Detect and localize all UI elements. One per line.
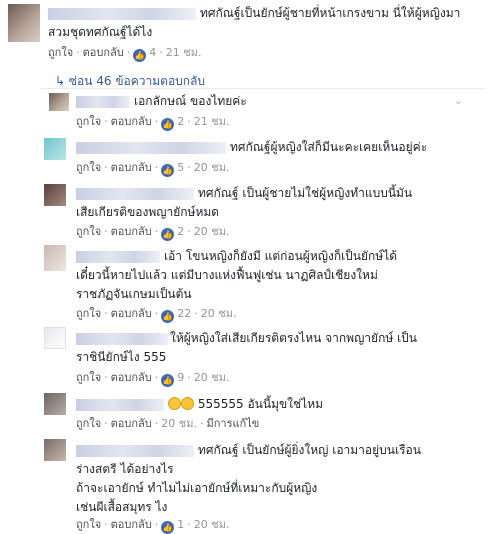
- avatar[interactable]: [8, 4, 40, 42]
- reply-text: ราชภัฏจันเกษมเป็นต้น: [76, 287, 192, 301]
- reply-link[interactable]: ตอบกลับ: [111, 417, 152, 430]
- commenter-name[interactable]: [76, 96, 130, 108]
- commenter-name[interactable]: [76, 142, 226, 154]
- like-count[interactable]: 5: [177, 161, 184, 174]
- timestamp[interactable]: 20 ชม.: [194, 161, 230, 174]
- reply-text: เสียเกียรติของพญายักษ์หมด: [76, 205, 220, 219]
- like-count[interactable]: 22: [177, 307, 191, 320]
- timestamp[interactable]: 20 ชม.: [201, 307, 237, 320]
- like-link[interactable]: ถูกใจ: [76, 115, 101, 128]
- reply-link[interactable]: ตอบกลับ: [111, 161, 152, 174]
- reply-meta: ถูกใจ · ตอบกลับ · 👍 2 · 20 ชม.: [76, 225, 230, 241]
- reply-text: ทศกัณฐ์ผู้หญิงใส่ก็มีนะคะเคยเห็นอยู่ค่ะ: [230, 140, 428, 154]
- like-link[interactable]: ถูกใจ: [76, 371, 101, 384]
- avatar[interactable]: [44, 245, 66, 271]
- timestamp[interactable]: 20 ชม.: [161, 417, 197, 430]
- reply-text: ร่างสตรี ได้อย่างไร: [76, 462, 174, 476]
- reply-link[interactable]: ตอบกลับ: [111, 518, 152, 531]
- reply-link[interactable]: ตอบกลับ: [111, 371, 152, 384]
- avatar[interactable]: [44, 138, 66, 160]
- commenter-name[interactable]: [76, 188, 194, 200]
- commenter-name[interactable]: [48, 8, 196, 20]
- thumbs-up-icon: 👍: [161, 164, 175, 177]
- like-link[interactable]: ถูกใจ: [76, 417, 101, 430]
- comment-text: สวมชุดทศกัณฐ์ได้ไง: [48, 25, 153, 39]
- reply-meta: ถูกใจ · ตอบกลับ · 👍 22 · 20 ชม.: [76, 307, 237, 323]
- avatar[interactable]: [44, 184, 66, 206]
- reply-text: ทศกัณฐ์ เป็นผู้ชายไม่ใช่ผู้หญิงทำแบบนี้ม…: [198, 186, 413, 200]
- like-link[interactable]: ถูกใจ: [76, 518, 101, 531]
- like-count[interactable]: 2: [177, 115, 184, 128]
- reply-link[interactable]: ตอบกลับ: [83, 46, 124, 59]
- reply-text: ถ้าจะเอายักษ์ ทำไมไม่เอายักษ์ที่เหมาะกับ…: [76, 481, 318, 495]
- commenter-name[interactable]: [76, 399, 164, 411]
- reply-text: ทศกัณฐ์ เป็นยักษ์ผู้ยิ่งใหญ่ เอามาอยู่บน…: [198, 443, 421, 457]
- comment-text: ทศกัณฐ์เป็นยักษ์ผู้ชายที่หน้าเกรงขาม นี่…: [200, 6, 461, 20]
- timestamp[interactable]: 21 ชม.: [194, 115, 230, 128]
- like-link[interactable]: ถูกใจ: [76, 225, 101, 238]
- divider: [40, 88, 485, 89]
- thumbs-up-icon: 👍: [161, 374, 175, 387]
- like-link[interactable]: ถูกใจ: [76, 161, 101, 174]
- reply-text: 555555 อันนี้มุขใช่ไหม: [168, 395, 323, 414]
- thumbs-up-icon: 👍: [133, 49, 147, 62]
- avatar[interactable]: [44, 393, 66, 415]
- reply-meta: ถูกใจ · ตอบกลับ · 👍 2 · 21 ชม.: [76, 115, 230, 131]
- thumbs-up-icon: 👍: [161, 521, 175, 534]
- reply-text-content: 555555 อันนี้มุขใช่ไหม: [197, 397, 324, 411]
- reply-text: ราชินียักษ์ไง 555: [76, 350, 167, 364]
- reply-text: เอกลักษณ์ ของไทยค่ะ: [134, 94, 247, 108]
- like-count[interactable]: 9: [177, 371, 184, 384]
- reply-text: ให้ผู้หญิงใส่เสียเกียรติตรงไหน จากพญายัก…: [170, 331, 417, 345]
- reply-meta: ถูกใจ · ตอบกลับ · 👍 5 · 20 ชม.: [76, 161, 230, 177]
- edited-link[interactable]: มีการแก้ไข: [206, 417, 259, 430]
- reply-text: เดี๋ยวนี้หายไปแล้ว แต่มีบางแห่งฟื้นฟูเช่…: [76, 268, 378, 282]
- commenter-name[interactable]: [76, 445, 194, 457]
- reply-link[interactable]: ตอบกลับ: [111, 115, 152, 128]
- reply-arrow-icon: ↳: [55, 74, 66, 88]
- reply-meta: ถูกใจ · ตอบกลับ · 👍 9 · 20 ชม.: [76, 371, 230, 387]
- hide-replies-label: ซ่อน 46 ข้อความตอบกลับ: [68, 74, 206, 88]
- like-link[interactable]: ถูกใจ: [48, 46, 73, 59]
- like-count[interactable]: 4: [149, 46, 156, 59]
- avatar[interactable]: [44, 327, 66, 349]
- thumbs-up-icon: 👍: [161, 118, 175, 131]
- timestamp[interactable]: 21 ชม.: [166, 46, 202, 59]
- grinning-emoji-icon: [181, 397, 194, 410]
- timestamp[interactable]: 20 ชม.: [194, 371, 230, 384]
- avatar[interactable]: [49, 93, 69, 111]
- timestamp[interactable]: 20 ชม.: [194, 225, 230, 238]
- commenter-name[interactable]: [76, 333, 168, 345]
- timestamp[interactable]: 20 ชม.: [194, 518, 230, 531]
- avatar[interactable]: [44, 439, 66, 461]
- like-count[interactable]: 1: [177, 518, 184, 531]
- thumbs-up-icon: 👍: [161, 228, 175, 241]
- grinning-emoji-icon: [168, 397, 181, 410]
- reply-text: เช่นผีเสื้อสมุทร ไง: [76, 500, 168, 514]
- thumbs-up-icon: 👍: [161, 310, 175, 323]
- chevron-down-icon[interactable]: ⌄: [454, 94, 463, 107]
- like-link[interactable]: ถูกใจ: [76, 307, 101, 320]
- comment-meta: ถูกใจ · ตอบกลับ · 👍 4 · 21 ชม.: [48, 46, 202, 62]
- reply-meta: ถูกใจ · ตอบกลับ · 👍 1 · 20 ชม.: [76, 518, 230, 534]
- commenter-name[interactable]: [76, 251, 160, 263]
- reply-link[interactable]: ตอบกลับ: [111, 225, 152, 238]
- like-count[interactable]: 2: [177, 225, 184, 238]
- reply-link[interactable]: ตอบกลับ: [111, 307, 152, 320]
- reply-meta: ถูกใจ · ตอบกลับ · 20 ชม. · มีการแก้ไข: [76, 417, 260, 430]
- reply-text: เอ้า โขนหญิงก็ยังมี แต่ก่อนผู้หญิงก็เป็น…: [164, 249, 398, 263]
